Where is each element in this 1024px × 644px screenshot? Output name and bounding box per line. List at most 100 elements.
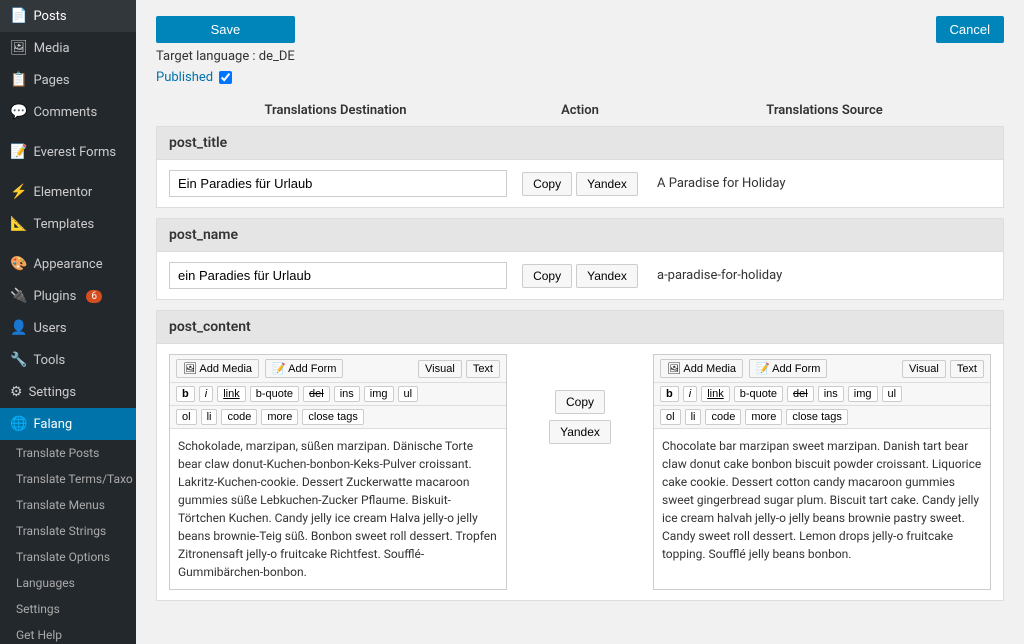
translation-row-post-title: Copy Yandex A Paradise for Holiday xyxy=(169,170,991,197)
post-name-destination-input[interactable] xyxy=(169,262,507,289)
translation-row-post-name: Copy Yandex a-paradise-for-holiday xyxy=(169,262,991,289)
fmt-img-dest[interactable]: img xyxy=(364,386,394,402)
section-label: post_title xyxy=(169,135,227,151)
plugins-badge: 6 xyxy=(86,290,102,303)
sidebar-sub-item-translate-menus[interactable]: Translate Menus xyxy=(0,492,136,518)
sidebar-sub-item-sub-settings[interactable]: Settings xyxy=(0,596,136,622)
fmt-more-src[interactable]: more xyxy=(745,409,782,425)
fmt-img-src[interactable]: img xyxy=(848,386,878,402)
destination-text-button[interactable]: Text xyxy=(466,360,500,378)
source-visual-text-toggle: Visual Text xyxy=(902,360,984,378)
fmt-bquote-src[interactable]: b-quote xyxy=(734,386,783,402)
fmt-ul-dest[interactable]: ul xyxy=(398,386,419,402)
fmt-closetags-dest[interactable]: close tags xyxy=(302,409,364,425)
post-title-destination-input[interactable] xyxy=(169,170,507,197)
sidebar-sub-item-translate-strings[interactable]: Translate Strings xyxy=(0,518,136,544)
post-name-copy-button[interactable]: Copy xyxy=(522,264,572,288)
post-title-copy-button[interactable]: Copy xyxy=(522,172,572,196)
sidebar-sub-item-languages[interactable]: Languages xyxy=(0,570,136,596)
col-source: Translations Source xyxy=(645,103,1004,118)
sidebar-sub-item-translate-terms[interactable]: Translate Terms/Taxo xyxy=(0,466,136,492)
sidebar-sub-item-translate-options[interactable]: Translate Options xyxy=(0,544,136,570)
source-text-button[interactable]: Text xyxy=(950,360,984,378)
post-title-yandex-button[interactable]: Yandex xyxy=(576,172,638,196)
fmt-ins-dest[interactable]: ins xyxy=(334,386,360,402)
fmt-del-src[interactable]: del xyxy=(787,386,814,402)
destination-add-media-button[interactable]: 🖼 Add Media xyxy=(176,359,259,378)
sidebar-item-templates[interactable]: 📐 Templates xyxy=(0,208,136,240)
section-body-post-title: Copy Yandex A Paradise for Holiday xyxy=(156,160,1004,208)
section-label: post_content xyxy=(169,319,251,335)
sidebar-item-everest-forms[interactable]: 📝 Everest Forms xyxy=(0,136,136,168)
sidebar-item-falang[interactable]: 🌐 Falang xyxy=(0,408,136,440)
fmt-ul-src[interactable]: ul xyxy=(882,386,903,402)
destination-visual-button[interactable]: Visual xyxy=(418,360,462,378)
sidebar-item-label: Everest Forms xyxy=(33,145,116,160)
fmt-del-dest[interactable]: del xyxy=(303,386,330,402)
post-content-yandex-button[interactable]: Yandex xyxy=(549,420,611,444)
fmt-i-dest[interactable]: i xyxy=(199,386,213,402)
sidebar-sub-label: Translate Options xyxy=(16,550,110,564)
sidebar-item-posts[interactable]: 📄 Posts xyxy=(0,0,136,32)
section-body-post-name: Copy Yandex a-paradise-for-holiday xyxy=(156,252,1004,300)
post-name-yandex-button[interactable]: Yandex xyxy=(576,264,638,288)
destination-format-bar: b i link b-quote del ins img ul xyxy=(170,383,506,406)
sidebar-item-elementor[interactable]: ⚡ Elementor xyxy=(0,176,136,208)
source-visual-button[interactable]: Visual xyxy=(902,360,946,378)
templates-icon: 📐 xyxy=(10,216,27,232)
sidebar-sub-item-translate-posts[interactable]: Translate Posts xyxy=(0,440,136,466)
sidebar-item-tools[interactable]: 🔧 Tools xyxy=(0,344,136,376)
sidebar-item-users[interactable]: 👤 Users xyxy=(0,312,136,344)
fmt-ol-dest[interactable]: ol xyxy=(176,409,197,425)
source-add-form-button[interactable]: 📝 Add Form xyxy=(749,359,827,378)
sidebar-item-plugins[interactable]: 🔌 Plugins 6 xyxy=(0,280,136,312)
fmt-b-src[interactable]: b xyxy=(660,386,679,402)
fmt-link-src[interactable]: link xyxy=(701,386,730,402)
fmt-more-dest[interactable]: more xyxy=(261,409,298,425)
sidebar-item-pages[interactable]: 📋 Pages xyxy=(0,64,136,96)
save-button[interactable]: Save xyxy=(156,16,295,43)
sidebar-item-label: Elementor xyxy=(33,185,92,200)
destination-toolbar: 🖼 Add Media 📝 Add Form Visual Text xyxy=(170,355,506,383)
fmt-ins-src[interactable]: ins xyxy=(818,386,844,402)
published-checkbox[interactable] xyxy=(219,71,232,84)
appearance-icon: 🎨 xyxy=(10,256,27,272)
cancel-button[interactable]: Cancel xyxy=(936,16,1004,43)
section-post-content: post_content 🖼 Add Media 📝 Add Form xyxy=(156,310,1004,601)
sidebar-item-label: Posts xyxy=(33,9,66,24)
fmt-ol-src[interactable]: ol xyxy=(660,409,681,425)
source-add-media-button[interactable]: 🖼 Add Media xyxy=(660,359,743,378)
sidebar-item-media[interactable]: 🖼 Media xyxy=(0,32,136,64)
destination-add-form-button[interactable]: 📝 Add Form xyxy=(265,359,343,378)
sidebar-item-label: Pages xyxy=(33,73,69,88)
fmt-closetags-src[interactable]: close tags xyxy=(786,409,848,425)
source-cell: A Paradise for Holiday xyxy=(653,176,991,191)
fmt-b-dest[interactable]: b xyxy=(176,386,195,402)
fmt-li-dest[interactable]: li xyxy=(201,409,218,425)
sidebar-item-appearance[interactable]: 🎨 Appearance xyxy=(0,248,136,280)
destination-format-bar-2: ol li code more close tags xyxy=(170,406,506,429)
fmt-li-src[interactable]: li xyxy=(685,409,702,425)
sidebar-item-settings[interactable]: ⚙ Settings xyxy=(0,376,136,408)
fmt-link-dest[interactable]: link xyxy=(217,386,246,402)
sidebar-sub-item-get-help[interactable]: Get Help xyxy=(0,622,136,644)
sidebar-sub-label: Get Help xyxy=(16,628,62,642)
published-label: Published xyxy=(156,70,213,85)
destination-editor-content[interactable]: Schokolade, marzipan, süßen marzipan. Dä… xyxy=(170,429,506,589)
sidebar-item-label: Templates xyxy=(33,217,94,232)
column-headers: Translations Destination Action Translat… xyxy=(156,95,1004,126)
fmt-i-src[interactable]: i xyxy=(683,386,697,402)
section-header-post-content: post_content xyxy=(156,310,1004,344)
post-name-source-text: a-paradise-for-holiday xyxy=(653,268,782,283)
col-destination: Translations Destination xyxy=(156,103,515,118)
fmt-code-dest[interactable]: code xyxy=(221,409,257,425)
top-left: Save Target language : de_DE Published xyxy=(156,16,295,85)
fmt-code-src[interactable]: code xyxy=(705,409,741,425)
action-buttons-post-title: Copy Yandex xyxy=(515,172,645,196)
sidebar-item-label: Falang xyxy=(33,417,72,432)
published-row: Published xyxy=(156,70,295,85)
fmt-bquote-dest[interactable]: b-quote xyxy=(250,386,299,402)
post-content-copy-button[interactable]: Copy xyxy=(555,390,605,414)
sidebar-item-comments[interactable]: 💬 Comments xyxy=(0,96,136,128)
add-media-icon: 🖼 xyxy=(183,363,197,375)
